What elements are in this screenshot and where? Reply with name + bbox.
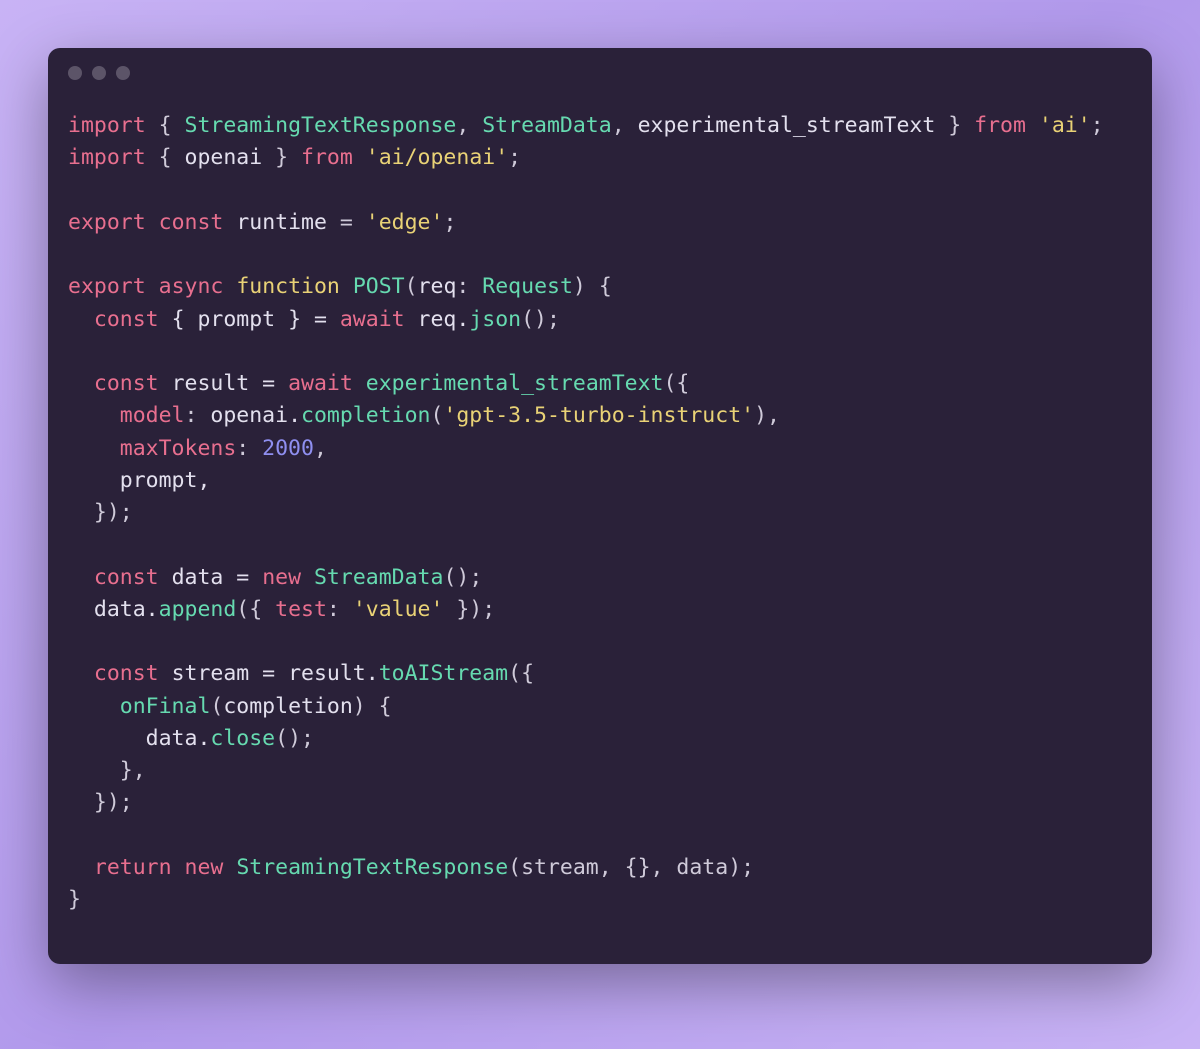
keyword-const: const bbox=[94, 371, 159, 396]
string: 'ai' bbox=[1039, 113, 1091, 138]
keyword-async: async bbox=[159, 274, 224, 299]
identifier: openai bbox=[185, 145, 263, 170]
property: model bbox=[120, 403, 185, 428]
window-titlebar bbox=[48, 48, 1152, 86]
keyword-function: function bbox=[236, 274, 340, 299]
function-call: experimental_streamText bbox=[366, 371, 664, 396]
keyword-new: new bbox=[185, 855, 224, 880]
code-block: import { StreamingTextResponse, StreamDa… bbox=[48, 86, 1152, 964]
class-name: StreamingTextResponse bbox=[236, 855, 508, 880]
traffic-light-close-icon[interactable] bbox=[68, 66, 82, 80]
keyword-export: export bbox=[68, 274, 146, 299]
keyword-const: const bbox=[94, 661, 159, 686]
traffic-light-minimize-icon[interactable] bbox=[92, 66, 106, 80]
keyword-new: new bbox=[262, 565, 301, 590]
function-name: POST bbox=[353, 274, 405, 299]
keyword-await: await bbox=[288, 371, 353, 396]
param: completion bbox=[223, 694, 352, 719]
keyword-const: const bbox=[159, 210, 224, 235]
string: 'edge' bbox=[366, 210, 444, 235]
keyword-const: const bbox=[94, 565, 159, 590]
keyword-from: from bbox=[974, 113, 1026, 138]
method: completion bbox=[301, 403, 430, 428]
keyword-import: import bbox=[68, 113, 146, 138]
type: Request bbox=[482, 274, 573, 299]
method: close bbox=[210, 726, 275, 751]
code-window: import { StreamingTextResponse, StreamDa… bbox=[48, 48, 1152, 964]
identifier: runtime bbox=[236, 210, 327, 235]
property: maxTokens bbox=[120, 436, 237, 461]
method: onFinal bbox=[120, 694, 211, 719]
keyword-from: from bbox=[301, 145, 353, 170]
identifier: StreamingTextResponse bbox=[185, 113, 457, 138]
method: json bbox=[469, 307, 521, 332]
param: req bbox=[418, 274, 457, 299]
string: 'value' bbox=[353, 597, 444, 622]
number: 2000 bbox=[262, 436, 314, 461]
string: 'gpt-3.5-turbo-instruct' bbox=[443, 403, 754, 428]
keyword-await: await bbox=[340, 307, 405, 332]
method: append bbox=[159, 597, 237, 622]
keyword-const: const bbox=[94, 307, 159, 332]
method: toAIStream bbox=[379, 661, 508, 686]
identifier: StreamData bbox=[482, 113, 611, 138]
class-name: StreamData bbox=[314, 565, 443, 590]
keyword-import: import bbox=[68, 145, 146, 170]
identifier: experimental_streamText bbox=[638, 113, 936, 138]
string: 'ai/openai' bbox=[366, 145, 508, 170]
property: test bbox=[275, 597, 327, 622]
traffic-light-zoom-icon[interactable] bbox=[116, 66, 130, 80]
keyword-export: export bbox=[68, 210, 146, 235]
identifier: prompt, bbox=[120, 468, 211, 493]
keyword-return: return bbox=[94, 855, 172, 880]
